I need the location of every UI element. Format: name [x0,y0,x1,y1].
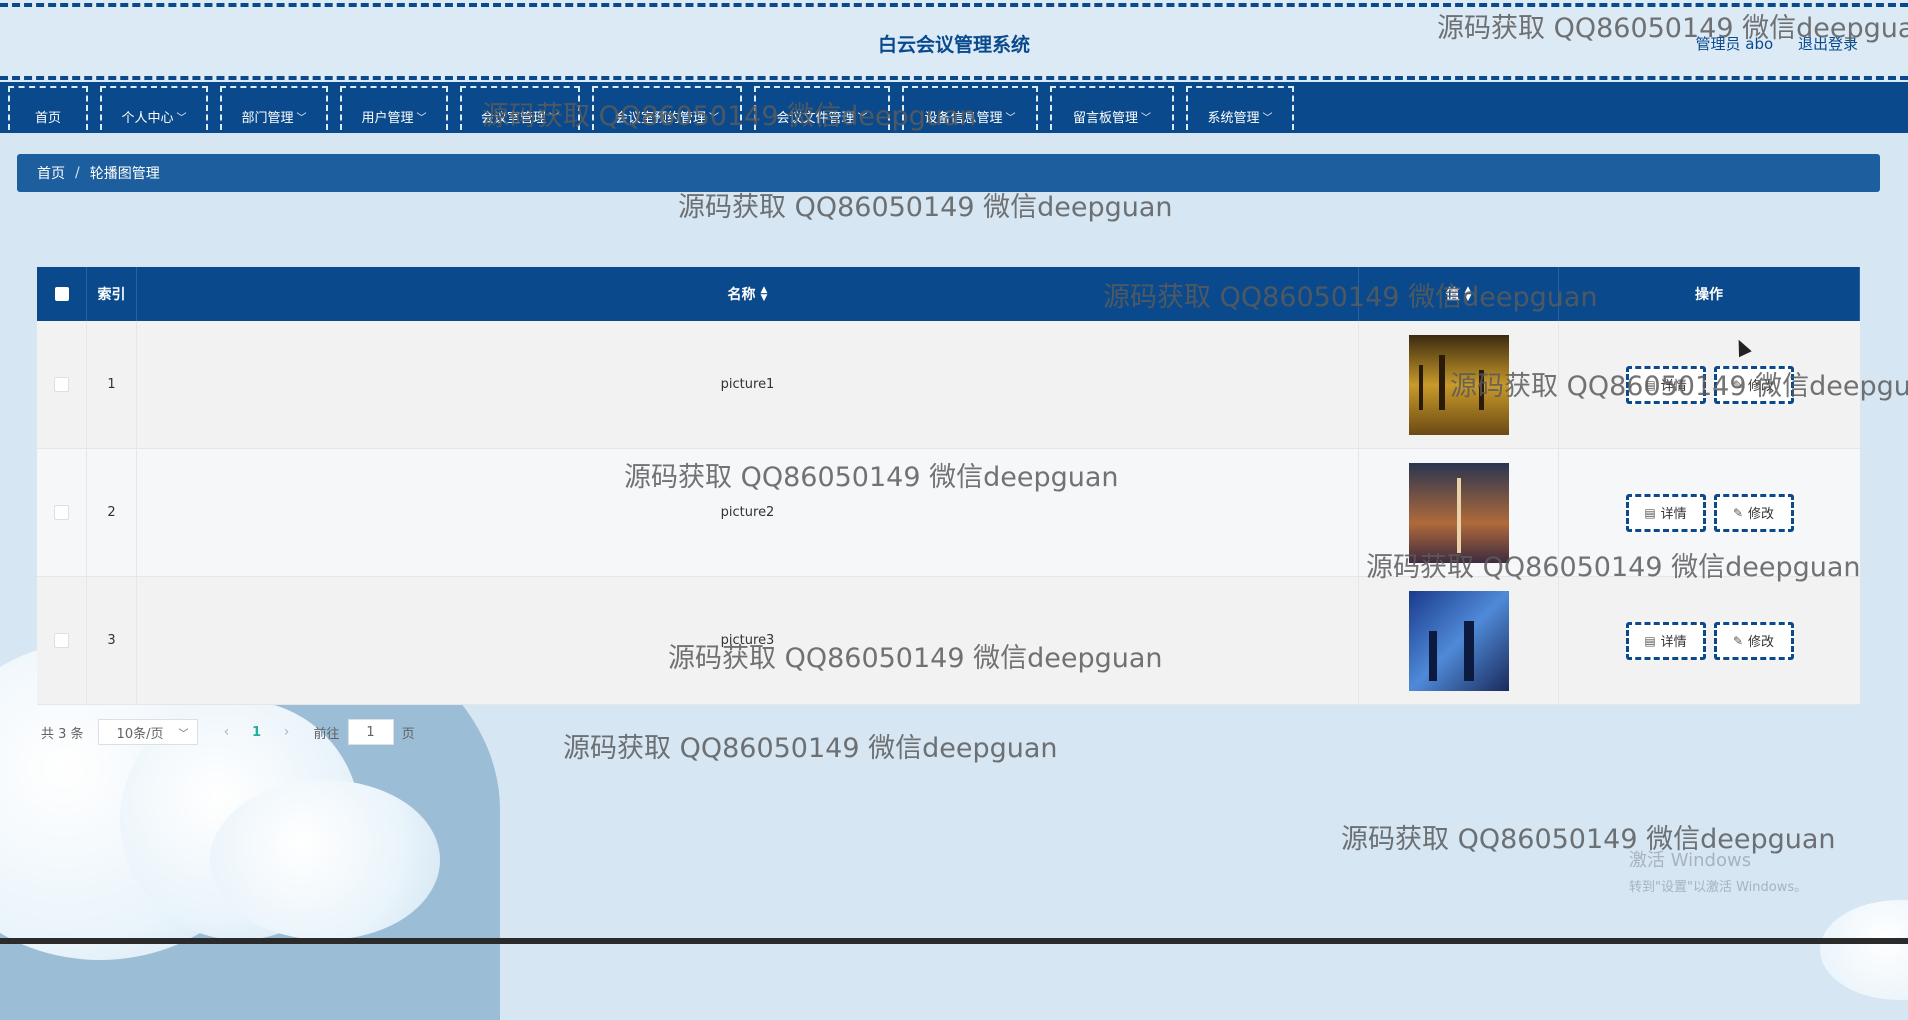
header-select-all-cell [37,267,87,321]
nav-item-system[interactable]: 系统管理 ﹀ [1186,86,1294,130]
pencil-icon: ✎ [1732,505,1744,520]
select-all-checkbox[interactable] [54,287,69,301]
row-ops: ▤ 详情 ✎ 修改 [1559,577,1860,704]
watermark: 源码获取 QQ86050149 微信deepguan [1103,282,1598,313]
watermark: 源码获取 QQ86050149 微信deepguan [482,101,977,132]
edit-button[interactable]: ✎ 修改 [1713,621,1794,660]
chevron-down-icon: ﹀ [1262,112,1273,124]
edit-button[interactable]: ✎ 修改 [1713,493,1794,532]
sort-icon[interactable]: ▲ ▼ [761,286,768,303]
pagination-total: 共 3 条 [41,726,84,742]
document-icon: ▤ [1644,633,1656,648]
watermark: 源码获取 QQ86050149 微信deepguan [624,462,1119,493]
goto-page-input[interactable]: 1 [347,719,394,745]
row-index: 2 [87,449,137,576]
watermark: 源码获取 QQ86050149 微信deepguan [1437,13,1908,44]
goto-suffix: 页 [401,726,415,742]
background-cloud [210,780,440,940]
chevron-down-icon: ﹀ [176,112,187,124]
detail-button[interactable]: ▤ 详情 [1625,493,1706,532]
header-ops: 操作 [1559,267,1860,321]
prev-page-button[interactable]: ‹ [212,724,242,740]
row-checkbox[interactable] [54,633,69,648]
row-checkbox[interactable] [54,505,69,520]
header-index: 索引 [87,267,137,321]
row-name: picture1 [137,321,1359,448]
watermark: 源码获取 QQ86050149 微信deepguan [563,733,1058,764]
chevron-down-icon: ﹀ [1005,112,1016,124]
row-check-cell [37,321,87,448]
nav-item-personal-center[interactable]: 个人中心 ﹀ [100,86,208,130]
windows-activation-notice: 激活 Windows 转到"设置"以激活 Windows。 [1629,846,1807,895]
row-value-cell [1359,577,1559,704]
pagination: 共 3 条 10条/页 ﹀ ‹ 1 › 前往 1 页 [41,718,415,746]
chevron-down-icon: ﹀ [178,728,189,740]
activation-subtitle: 转到"设置"以激活 Windows。 [1629,880,1808,895]
taskbar-edge [0,938,1908,944]
breadcrumb-current: 轮播图管理 [89,166,160,182]
chevron-down-icon: ﹀ [1141,112,1151,124]
background-cloud [1820,900,1908,1000]
row-index: 1 [87,321,137,448]
row-index: 3 [87,577,137,704]
nav-item-message-board[interactable]: 留言板管理 ﹀ [1050,86,1174,130]
next-page-button[interactable]: › [272,724,302,740]
row-check-cell [37,449,87,576]
watermark: 源码获取 QQ86050149 微信deepguan [1366,552,1861,583]
chevron-down-icon: ﹀ [416,112,427,124]
row-check-cell [37,577,87,704]
breadcrumb-separator: / [75,165,80,181]
detail-button[interactable]: ▤ 详情 [1625,621,1706,660]
document-icon: ▤ [1644,505,1656,520]
activation-title: 激活 Windows [1629,850,1752,871]
header-dash-border-bottom [0,76,1908,80]
page-number[interactable]: 1 [242,725,272,740]
watermark: 源码获取 QQ86050149 微信deepguan [678,192,1173,223]
watermark: 源码获取 QQ86050149 微信deepguan [668,643,1163,674]
nav-item-users[interactable]: 用户管理 ﹀ [340,86,448,130]
pencil-icon: ✎ [1732,633,1744,648]
carousel-thumbnail[interactable] [1408,590,1509,691]
watermark: 源码获取 QQ86050149 微信deepguan [1450,371,1908,402]
nav-item-department[interactable]: 部门管理 ﹀ [220,86,328,130]
goto-prefix: 前往 [313,726,340,742]
chevron-down-icon: ﹀ [296,112,307,124]
nav-item-home[interactable]: 首页 [8,86,88,130]
breadcrumb-home[interactable]: 首页 [37,163,65,183]
page-size-select[interactable]: 10条/页 ﹀ [97,719,198,745]
row-checkbox[interactable] [54,377,69,392]
